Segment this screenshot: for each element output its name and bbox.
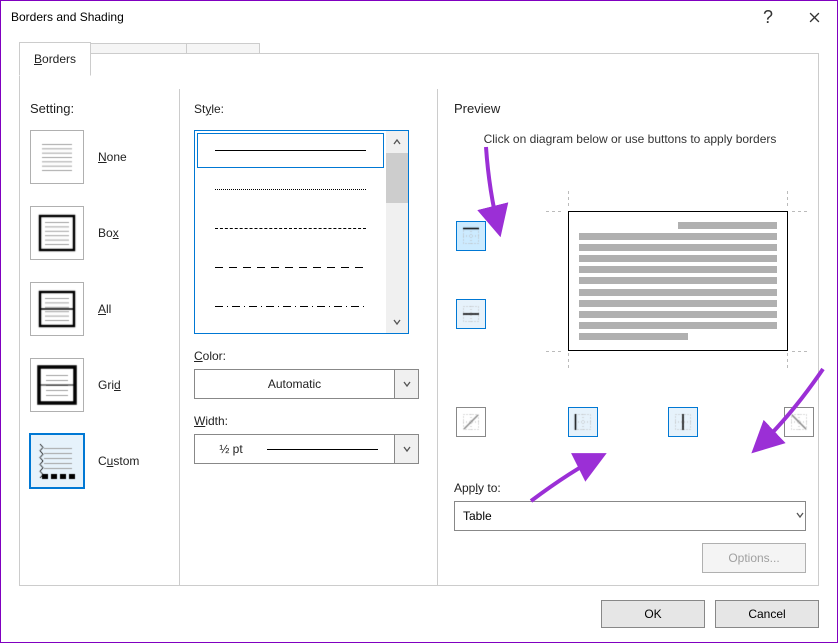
setting-none[interactable] bbox=[30, 130, 84, 184]
width-sample-line bbox=[267, 449, 378, 450]
preview-heading: Preview bbox=[454, 101, 806, 116]
options-button: Options... bbox=[702, 543, 806, 573]
dialog-body: Setting: None Box All Grid bbox=[19, 53, 819, 586]
setting-custom-label: Custom bbox=[98, 454, 139, 468]
border-diag-1-button[interactable] bbox=[456, 407, 486, 437]
border-h-mid-button[interactable] bbox=[456, 299, 486, 329]
setting-box-label: Box bbox=[98, 226, 119, 240]
setting-all[interactable] bbox=[30, 282, 84, 336]
style-scrollbar[interactable] bbox=[386, 131, 408, 333]
preview-hint: Click on diagram below or use buttons to… bbox=[454, 130, 806, 148]
width-label: Width: bbox=[194, 413, 427, 428]
apply-to-label: Apply to: bbox=[454, 480, 806, 495]
setting-custom[interactable] bbox=[30, 434, 84, 488]
style-dashed-short[interactable] bbox=[195, 209, 386, 248]
tab-borders[interactable]: Borders bbox=[19, 42, 91, 76]
apply-to-dropdown[interactable]: Table bbox=[454, 501, 806, 531]
style-heading: Style: bbox=[194, 101, 427, 116]
borders-shading-dialog: Borders and Shading ? Borders Page Borde… bbox=[0, 0, 838, 643]
border-left-button[interactable] bbox=[568, 407, 598, 437]
apply-to-value: Table bbox=[455, 509, 795, 523]
border-v-mid-button[interactable] bbox=[668, 407, 698, 437]
color-dropdown[interactable]: Automatic bbox=[194, 369, 419, 399]
chevron-down-icon bbox=[394, 370, 418, 398]
width-value: ½ pt bbox=[195, 442, 267, 456]
style-dotted[interactable] bbox=[195, 170, 386, 209]
border-top-button[interactable] bbox=[456, 221, 486, 251]
setting-grid[interactable] bbox=[30, 358, 84, 412]
setting-heading: Setting: bbox=[30, 101, 171, 116]
chevron-down-icon bbox=[394, 435, 418, 463]
border-diag-2-button[interactable] bbox=[784, 407, 814, 437]
preview-diagram[interactable] bbox=[546, 199, 810, 363]
style-listbox[interactable] bbox=[194, 130, 409, 334]
setting-all-label: All bbox=[98, 302, 111, 316]
ok-button[interactable]: OK bbox=[601, 600, 705, 628]
scroll-thumb[interactable] bbox=[386, 153, 408, 203]
cancel-button[interactable]: Cancel bbox=[715, 600, 819, 628]
setting-none-label: None bbox=[98, 150, 127, 164]
close-icon bbox=[809, 12, 820, 23]
color-label: Color: bbox=[194, 348, 427, 363]
style-dashed[interactable] bbox=[195, 248, 386, 287]
dialog-title: Borders and Shading bbox=[11, 10, 124, 24]
color-value: Automatic bbox=[195, 377, 394, 391]
dialog-footer: OK Cancel bbox=[601, 600, 819, 628]
scroll-down-button[interactable] bbox=[386, 311, 408, 333]
help-button[interactable]: ? bbox=[745, 2, 791, 32]
width-dropdown[interactable]: ½ pt bbox=[194, 434, 419, 464]
chevron-down-icon bbox=[795, 509, 805, 523]
style-solid[interactable] bbox=[195, 131, 386, 170]
style-dash-dot[interactable] bbox=[195, 287, 386, 326]
setting-box[interactable] bbox=[30, 206, 84, 260]
setting-grid-label: Grid bbox=[98, 378, 121, 392]
close-button[interactable] bbox=[791, 2, 837, 32]
titlebar: Borders and Shading ? bbox=[1, 1, 837, 33]
scroll-up-button[interactable] bbox=[386, 131, 408, 153]
